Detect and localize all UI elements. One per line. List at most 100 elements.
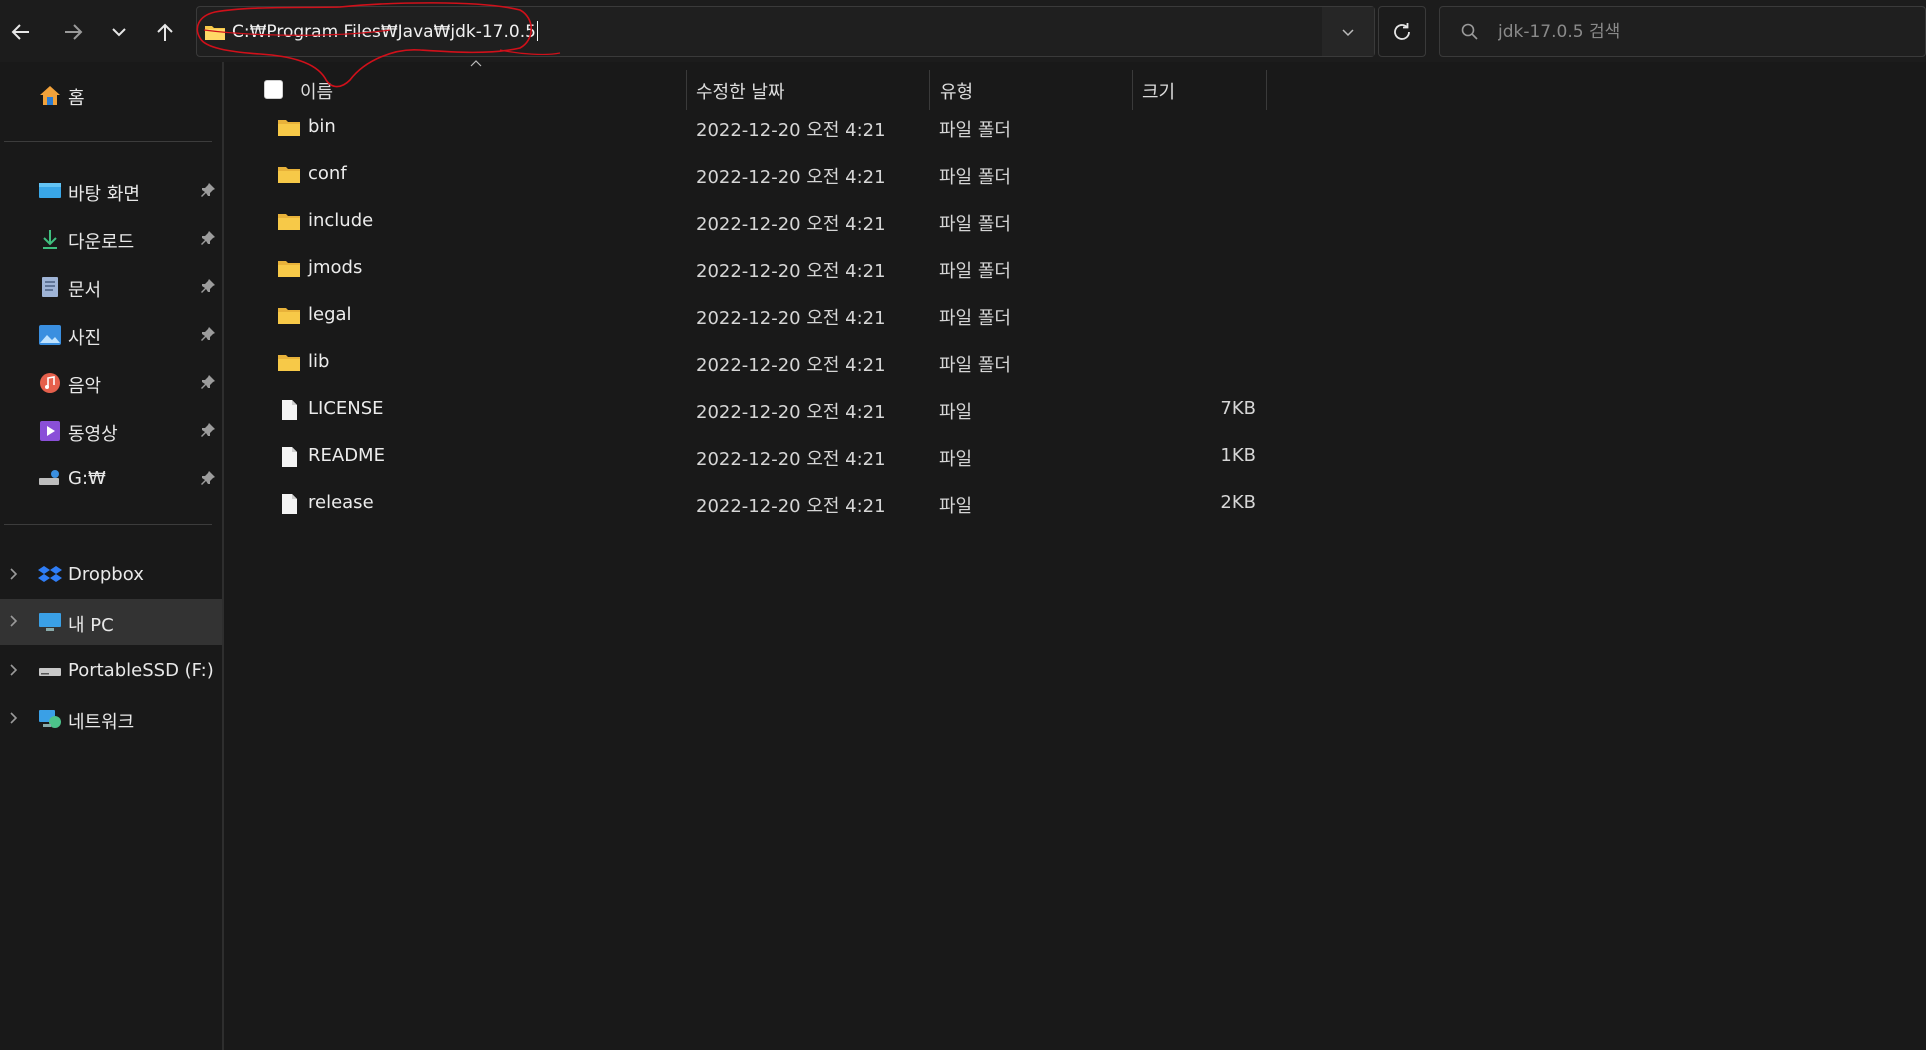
refresh-button[interactable] bbox=[1378, 6, 1426, 57]
sidebar-item-label: 음악 bbox=[68, 376, 102, 397]
pictures-icon bbox=[39, 325, 61, 345]
address-path-text[interactable]: C:₩Program Files₩Java₩jdk-17.0.5 bbox=[232, 21, 538, 42]
file-type: 파일 bbox=[939, 449, 973, 470]
sidebar-item-label: 네트워크 bbox=[68, 712, 135, 733]
sidebar-item-label: G:₩ bbox=[68, 468, 106, 489]
address-bar[interactable]: C:₩Program Files₩Java₩jdk-17.0.5 bbox=[196, 6, 1375, 57]
up-arrow-icon bbox=[157, 23, 173, 41]
sidebar-item-music[interactable]: 음악 bbox=[0, 360, 222, 406]
sidebar-item-label: Dropbox bbox=[68, 564, 144, 585]
sidebar-item-network[interactable]: 네트워크 bbox=[0, 696, 222, 742]
sidebar-item-documents[interactable]: 문서 bbox=[0, 264, 222, 310]
sort-ascending-icon bbox=[470, 60, 482, 67]
file-icon bbox=[282, 494, 297, 514]
column-resize-handle[interactable] bbox=[686, 70, 687, 110]
select-all-checkbox[interactable] bbox=[264, 80, 283, 99]
refresh-icon bbox=[1394, 22, 1410, 40]
chevron-right-icon[interactable] bbox=[8, 613, 20, 629]
file-name[interactable]: README bbox=[308, 445, 385, 466]
network-drive-icon bbox=[39, 470, 59, 485]
column-resize-handle[interactable] bbox=[929, 70, 930, 110]
search-input[interactable] bbox=[1498, 17, 1898, 47]
file-type: 파일 bbox=[939, 402, 973, 423]
sidebar-item-this-pc[interactable]: 내 PC bbox=[0, 599, 222, 645]
home-icon bbox=[40, 86, 60, 105]
file-modified: 2022-12-20 오전 4:21 bbox=[696, 308, 886, 329]
file-name[interactable]: lib bbox=[308, 351, 329, 372]
folder-icon bbox=[278, 120, 300, 136]
network-icon bbox=[39, 710, 61, 728]
pin-icon bbox=[201, 375, 215, 389]
pin-icon bbox=[201, 183, 215, 197]
sidebar-item-pictures[interactable]: 사진 bbox=[0, 312, 222, 358]
chevron-right-icon[interactable] bbox=[8, 710, 20, 726]
chevron-right-icon[interactable] bbox=[8, 566, 20, 582]
videos-icon bbox=[40, 421, 60, 441]
navigation-pane: 홈 바탕 화면 다운로드 문서 사진 음악 동영상 G:₩ Dropbox 내 … bbox=[0, 62, 224, 1050]
file-name[interactable]: conf bbox=[308, 163, 347, 184]
file-row[interactable]: include 2022-12-20 오전 4:21 파일 폴더 bbox=[226, 202, 1266, 248]
sidebar-item-label: 바탕 화면 bbox=[68, 184, 140, 205]
sidebar-item-label: 내 PC bbox=[68, 615, 114, 636]
documents-icon bbox=[42, 277, 58, 297]
recent-locations-button[interactable] bbox=[102, 12, 136, 52]
back-button[interactable] bbox=[4, 12, 38, 52]
file-name[interactable]: bin bbox=[308, 116, 336, 137]
forward-arrow-icon bbox=[65, 24, 83, 40]
address-history-dropdown[interactable] bbox=[1322, 7, 1374, 56]
file-type: 파일 폴더 bbox=[939, 167, 1011, 188]
search-icon bbox=[1461, 23, 1478, 40]
file-type: 파일 폴더 bbox=[939, 308, 1011, 329]
dropbox-icon bbox=[38, 566, 62, 582]
file-name[interactable]: LICENSE bbox=[308, 398, 384, 419]
sidebar-item-dropbox[interactable]: Dropbox bbox=[0, 552, 222, 598]
sidebar-item-downloads[interactable]: 다운로드 bbox=[0, 216, 222, 262]
folder-icon bbox=[278, 261, 300, 277]
music-icon bbox=[40, 373, 60, 393]
pin-icon bbox=[201, 471, 215, 485]
chevron-right-icon[interactable] bbox=[8, 662, 20, 678]
file-row[interactable]: LICENSE 2022-12-20 오전 4:21 파일 7KB bbox=[226, 390, 1266, 436]
file-list: 이름 수정한 날짜 유형 크기 bin 2022-12-20 오전 4:21 파일 … bbox=[226, 60, 1926, 1050]
column-resize-handle[interactable] bbox=[1266, 70, 1267, 110]
file-size: 7KB bbox=[1220, 398, 1256, 419]
file-name[interactable]: release bbox=[308, 492, 374, 513]
sidebar-item-videos[interactable]: 동영상 bbox=[0, 408, 222, 454]
back-arrow-icon bbox=[11, 24, 29, 40]
file-row[interactable]: conf 2022-12-20 오전 4:21 파일 폴더 bbox=[226, 155, 1266, 201]
folder-icon bbox=[278, 355, 300, 371]
file-modified: 2022-12-20 오전 4:21 bbox=[696, 120, 886, 141]
chevron-down-icon bbox=[112, 28, 126, 37]
sidebar-item-label: 문서 bbox=[68, 280, 102, 301]
sidebar-item-portable-ssd[interactable]: PortableSSD (F:) bbox=[0, 648, 222, 694]
file-size: 1KB bbox=[1220, 445, 1256, 466]
sidebar-item-home[interactable]: 홈 bbox=[0, 72, 222, 118]
file-type: 파일 폴더 bbox=[939, 120, 1011, 141]
file-row[interactable]: bin 2022-12-20 오전 4:21 파일 폴더 bbox=[226, 108, 1266, 154]
folder-icon bbox=[278, 167, 300, 183]
file-modified: 2022-12-20 오전 4:21 bbox=[696, 167, 886, 188]
column-resize-handle[interactable] bbox=[1132, 70, 1133, 110]
file-name[interactable]: legal bbox=[308, 304, 352, 325]
file-row[interactable]: lib 2022-12-20 오전 4:21 파일 폴더 bbox=[226, 343, 1266, 389]
file-row[interactable]: release 2022-12-20 오전 4:21 파일 2KB bbox=[226, 484, 1266, 530]
pin-icon bbox=[201, 327, 215, 341]
folder-icon bbox=[205, 26, 225, 40]
file-name[interactable]: include bbox=[308, 210, 373, 231]
file-modified: 2022-12-20 오전 4:21 bbox=[696, 449, 886, 470]
file-size: 2KB bbox=[1220, 492, 1256, 513]
search-box[interactable] bbox=[1439, 6, 1926, 57]
sidebar-item-desktop[interactable]: 바탕 화면 bbox=[0, 168, 222, 214]
file-row[interactable]: jmods 2022-12-20 오전 4:21 파일 폴더 bbox=[226, 249, 1266, 295]
file-type: 파일 폴더 bbox=[939, 355, 1011, 376]
sidebar-item-g-drive[interactable]: G:₩ bbox=[0, 456, 222, 502]
file-row[interactable]: README 2022-12-20 오전 4:21 파일 1KB bbox=[226, 437, 1266, 483]
up-button[interactable] bbox=[148, 12, 182, 52]
forward-button[interactable] bbox=[56, 12, 90, 52]
drive-icon bbox=[39, 668, 61, 676]
sidebar-item-label: 홈 bbox=[68, 88, 85, 109]
file-row[interactable]: legal 2022-12-20 오전 4:21 파일 폴더 bbox=[226, 296, 1266, 342]
file-icon bbox=[282, 400, 297, 420]
text-caret bbox=[536, 21, 538, 41]
file-name[interactable]: jmods bbox=[308, 257, 362, 278]
